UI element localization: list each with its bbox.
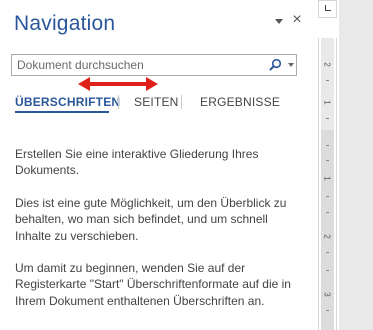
ruler-tick	[326, 196, 329, 197]
search-box	[11, 54, 297, 76]
ruler-tick	[326, 212, 329, 213]
ruler-tick	[326, 80, 329, 81]
instruction-paragraph: Um damit zu beginnen, wenden Sie auf der…	[15, 261, 291, 308]
ruler-tick	[326, 118, 329, 119]
search-input[interactable]	[12, 55, 262, 75]
pane-options-button[interactable]	[274, 16, 284, 26]
tab-results[interactable]: ERGEBNISSE	[200, 95, 280, 109]
ruler-tick	[326, 160, 329, 161]
tab-stop-icon	[325, 5, 331, 11]
empty-state-text: Erstellen Sie eine interaktive Gliederun…	[15, 146, 305, 325]
annotation-double-arrow	[78, 77, 158, 91]
ruler-number: 2	[322, 234, 332, 239]
tab-pages[interactable]: SEITEN	[134, 95, 179, 109]
ruler-number: 1	[322, 100, 332, 105]
ruler-number: 1	[322, 176, 332, 181]
magnifier-icon[interactable]	[267, 58, 283, 72]
pane-title: Navigation	[14, 12, 116, 35]
instruction-paragraph: Erstellen Sie eine interaktive Gliederun…	[15, 147, 259, 178]
ruler-margin-area	[321, 38, 334, 130]
dropdown-triangle-icon	[275, 19, 283, 24]
ruler-number: 2	[322, 62, 332, 67]
ruler-tick	[326, 252, 329, 253]
search-options-chevron-icon[interactable]	[288, 63, 294, 67]
active-tab-indicator	[15, 111, 109, 113]
ruler-tab-selector[interactable]	[318, 0, 337, 18]
ruler-number: 3	[322, 292, 332, 297]
document-background	[339, 0, 373, 330]
close-button[interactable]: ×	[290, 12, 304, 28]
navigation-pane: Navigation × ÜBERSCHRIFTEN SEITEN ERGEBN…	[0, 0, 312, 330]
tab-divider	[118, 95, 119, 109]
tab-headings[interactable]: ÜBERSCHRIFTEN	[15, 95, 120, 109]
instruction-paragraph: Dies ist eine gute Möglichkeit, um den Ü…	[15, 195, 287, 243]
ruler-tick	[326, 310, 329, 311]
tab-divider	[181, 95, 182, 109]
ruler-tick	[326, 145, 329, 146]
ruler-tick	[326, 270, 329, 271]
